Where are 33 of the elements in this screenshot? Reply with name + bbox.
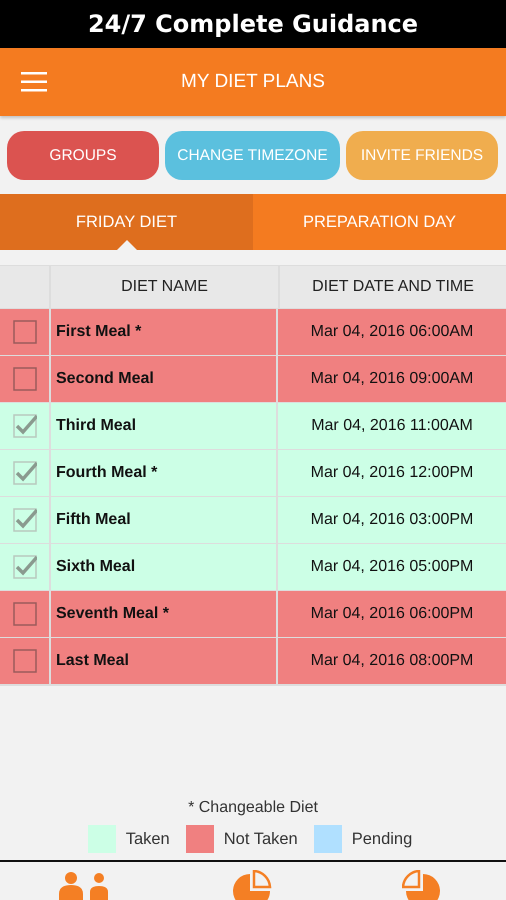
table-cell-text: Mar 04, 2016 03:00PM <box>310 510 474 530</box>
menu-icon[interactable] <box>21 72 47 92</box>
legend-label: Pending <box>352 830 412 848</box>
screen-title: MY DIET PLANS <box>181 71 325 93</box>
legend-label: Taken <box>126 830 170 848</box>
table-cell-text: Mar 04, 2016 05:00PM <box>310 557 474 577</box>
checkbox[interactable] <box>12 414 36 438</box>
legend-label: Not Taken <box>224 830 298 848</box>
tab[interactable]: PREPARATION DAY <box>253 194 506 250</box>
table-cell-text: Mar 04, 2016 08:00PM <box>310 651 474 671</box>
table-cell-text: Mar 04, 2016 06:00AM <box>310 322 474 342</box>
checkbox[interactable] <box>12 602 36 626</box>
pointer-triangle-icon <box>116 240 136 250</box>
table-cell: Last Meal <box>51 638 278 684</box>
table-cell-text: Mar 04, 2016 12:00PM <box>310 463 474 483</box>
action-button[interactable]: INVITE FRIENDS <box>346 131 498 180</box>
footnote: * Changeable Diet <box>187 799 319 817</box>
action-button[interactable]: GROUPS <box>7 131 159 180</box>
checkbox[interactable] <box>12 649 36 673</box>
checkbox[interactable] <box>12 367 36 391</box>
table-cell-text: Mar 04, 2016 09:00AM <box>310 369 474 389</box>
pie-chart-icon[interactable] <box>402 870 442 900</box>
checkbox[interactable] <box>12 320 36 344</box>
column-header: DIET DATE AND TIME <box>311 277 475 297</box>
table-cell-text: Mar 04, 2016 06:00PM <box>310 604 474 624</box>
checkbox[interactable] <box>12 508 36 532</box>
checkbox[interactable] <box>12 555 36 579</box>
banner-title: 24/7 Complete Guidance <box>88 10 418 38</box>
tab[interactable]: FRIDAY DIET <box>0 194 253 250</box>
checkbox[interactable] <box>12 461 36 485</box>
table-cell-text: Mar 04, 2016 11:00AM <box>310 416 474 436</box>
pie-chart-icon[interactable] <box>233 870 273 900</box>
action-button[interactable]: CHANGE TIMEZONE <box>165 131 340 180</box>
